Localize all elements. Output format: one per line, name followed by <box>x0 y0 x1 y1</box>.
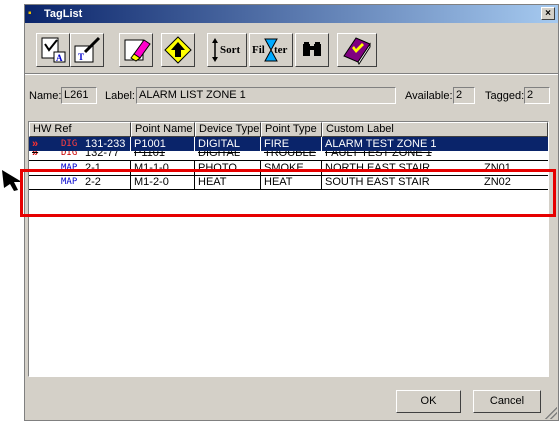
cancel-button[interactable]: Cancel <box>473 390 541 413</box>
title-bar: ▪ TagList × <box>25 5 558 23</box>
help-book-button[interactable] <box>337 33 377 67</box>
row-marker: » <box>32 151 39 159</box>
row-hw-ref: 132-77 <box>85 151 120 159</box>
row-point-type: TROUBLE <box>264 151 316 159</box>
svg-text:A: A <box>56 53 63 63</box>
filter-button[interactable]: Fil ter <box>249 33 293 67</box>
resize-grip[interactable] <box>545 407 557 419</box>
row-device-type: DIGITAL <box>195 137 261 151</box>
row-point-name: P1101 <box>134 151 165 159</box>
tag-edit-icon: T <box>74 36 101 63</box>
table-row[interactable]: » DIG 131-233 P1001 DIGITAL FIRE ALARM T… <box>29 137 548 151</box>
move-up-button[interactable] <box>161 33 195 67</box>
available-field: 2 <box>453 87 475 104</box>
svg-text:T: T <box>78 52 84 62</box>
row-point-type: FIRE <box>261 137 322 151</box>
row-tag-dig: DIG <box>61 139 78 149</box>
binoculars-icon <box>303 42 321 56</box>
row-point-name: P1001 <box>131 137 195 151</box>
row-custom-label: ALARM TEST ZONE 1 <box>325 138 437 150</box>
app-icon: ▪ <box>28 8 32 19</box>
row-tag-dig: DIG <box>61 151 78 158</box>
label-field: ALARM LIST ZONE 1 <box>136 87 396 104</box>
name-field: L261 <box>61 87 97 104</box>
row-custom-label: FAULT TEST ZONE 1 <box>325 151 432 159</box>
tag-select-button[interactable]: A <box>36 33 70 67</box>
sort-label: Sort <box>220 44 241 56</box>
header-point-type[interactable]: Point Type <box>261 122 322 137</box>
tagged-label: Tagged: <box>485 90 525 102</box>
table-row[interactable]: » DIG 132-77 P1101 DIGITAL TROUBLE FAULT… <box>29 151 548 160</box>
available-label: Available: <box>405 90 453 102</box>
label-label: Label: <box>105 90 135 102</box>
header-point-name[interactable]: Point Name <box>131 122 195 137</box>
header-hw-ref[interactable]: HW Ref <box>29 122 131 137</box>
tag-edit-button[interactable]: T <box>70 33 104 67</box>
sort-button[interactable]: Sort <box>207 33 247 67</box>
header-device-type[interactable]: Device Type <box>195 122 261 137</box>
header-custom-label[interactable]: Custom Label <box>322 122 548 137</box>
tag-table: HW Ref Point Name Device Type Point Type… <box>28 121 549 377</box>
find-button[interactable] <box>295 33 329 67</box>
toolbar: A T Sort Fil ter <box>25 27 558 69</box>
filter-label-right: ter <box>274 44 288 56</box>
close-button[interactable]: × <box>541 7 555 20</box>
book-icon <box>343 37 371 66</box>
highlight-box <box>20 169 556 217</box>
up-arrow-icon <box>164 36 192 64</box>
toolbar-separator <box>25 73 558 75</box>
tagged-field: 2 <box>524 87 550 104</box>
ok-button[interactable]: OK <box>396 390 461 413</box>
name-label: Name: <box>29 90 62 102</box>
row-marker: » <box>32 138 39 150</box>
row-hw-ref: 131-233 <box>85 138 126 150</box>
tag-erase-button[interactable] <box>119 33 153 67</box>
tag-erase-icon <box>124 39 151 62</box>
row-device-type: DIGITAL <box>198 151 240 159</box>
tag-select-icon: A <box>41 37 66 63</box>
filter-label-left: Fil <box>252 44 265 56</box>
window-title: TagList <box>44 8 83 20</box>
